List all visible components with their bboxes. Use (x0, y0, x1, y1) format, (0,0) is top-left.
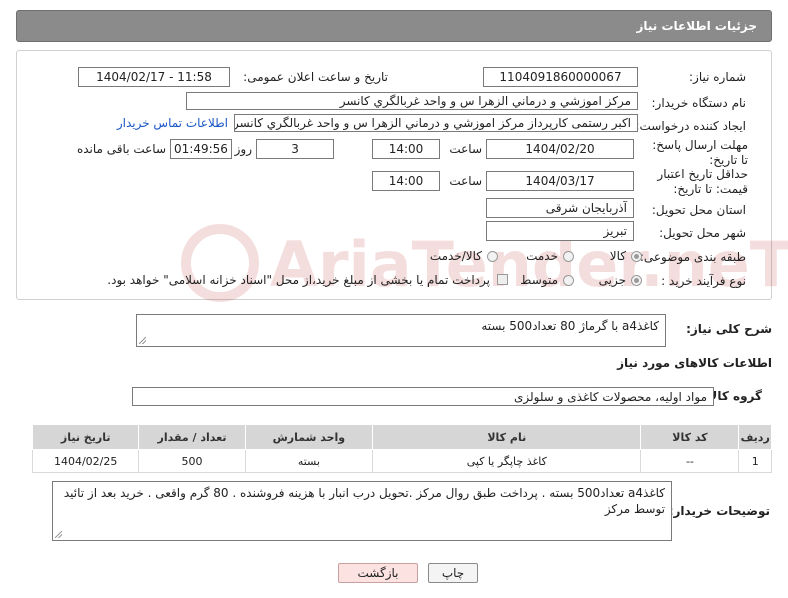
process-medium-label: متوسط (520, 273, 558, 287)
category-goods-radio[interactable] (631, 251, 642, 262)
category-service-radio[interactable] (563, 251, 574, 262)
goods-table: ردیف کد کالا نام کالا واحد شمارش تعداد /… (31, 424, 772, 473)
validity-time-label: ساعت (449, 174, 482, 188)
province-field[interactable]: آذربایجان شرقی (486, 198, 634, 218)
days-remaining-field[interactable]: 3 (256, 139, 334, 159)
category-goods-label: کالا (609, 249, 626, 263)
buyer-org-field[interactable]: مرکز اموزشي و درماني الزهرا س و واحد غرب… (186, 92, 638, 110)
goods-group-field[interactable]: مواد اولیه، محصولات کاغذی و سلولزی (132, 387, 714, 406)
deadline-time-field[interactable]: 14:00 (372, 139, 440, 159)
row-code: -- (640, 449, 740, 473)
row-name: کاغذ چاپگر یا کپی (372, 449, 642, 473)
column-header-index: ردیف (738, 424, 772, 450)
process-minor-label: جزیی (598, 273, 626, 287)
deadline-label: مهلت ارسال پاسخ: تا تاریخ: (652, 138, 748, 167)
buyer-notes-text: کاغذa4 تعداد500 بسته . پرداخت طبق روال م… (63, 486, 665, 516)
buyer-org-label: نام دستگاه خریدار: (651, 96, 747, 110)
deadline-time-label: ساعت (449, 142, 482, 156)
process-minor-radio[interactable] (631, 275, 642, 286)
announce-datetime-field[interactable]: 1404/02/17 - 11:58 (78, 67, 230, 87)
table-row[interactable]: 1 -- کاغذ چاپگر یا کپی بسته 500 1404/02/… (31, 449, 772, 473)
treasury-payment-note: پرداخت تمام یا بخشی از مبلغ خرید،از محل … (107, 273, 490, 287)
page-title: جزئیات اطلاعات نیاز (636, 19, 757, 33)
process-label: نوع فرآیند خرید : (661, 274, 746, 288)
goods-section-title: اطلاعات کالاهای مورد نیاز (617, 356, 772, 370)
city-label: شهر محل تحویل: (659, 226, 746, 240)
column-header-date: تاریخ نیاز (31, 424, 140, 450)
treasury-payment-checkbox[interactable] (497, 274, 508, 285)
city-field[interactable]: تبریز (486, 221, 634, 241)
row-date: 1404/02/25 (31, 449, 140, 473)
need-number-field[interactable]: 1104091860000067 (483, 67, 638, 87)
validity-time-field[interactable]: 14:00 (372, 171, 440, 191)
row-index: 1 (738, 449, 772, 473)
requester-label: ایجاد کننده درخواست: (635, 119, 746, 133)
province-label: استان محل تحویل: (651, 203, 746, 217)
back-button[interactable]: بازگشت (338, 563, 418, 583)
description-label: شرح کلی نیاز: (686, 322, 772, 336)
announce-label: تاریخ و ساعت اعلان عمومی: (243, 70, 388, 84)
column-header-code: کد کالا (640, 424, 740, 450)
remaining-time-field[interactable]: 01:49:56 (170, 139, 232, 159)
category-both-label: کالا/خدمت (429, 249, 482, 263)
description-textarea[interactable]: کاغذa4 با گرماژ 80 تعداد500 بسته (136, 314, 666, 347)
column-header-qty: تعداد / مقدار (138, 424, 246, 450)
column-header-name: نام کالا (372, 424, 642, 450)
resize-grip-icon[interactable] (55, 531, 62, 538)
category-both-radio[interactable] (487, 251, 498, 262)
category-service-label: خدمت (526, 249, 558, 263)
category-label: طبقه بندی موضوعی: (639, 250, 746, 264)
buyer-notes-label: توضیحات خریدار: (668, 504, 770, 518)
page-header: جزئیات اطلاعات نیاز (16, 10, 772, 42)
remaining-time-label: ساعت باقی مانده (76, 142, 166, 156)
buyer-notes-textarea[interactable]: کاغذa4 تعداد500 بسته . پرداخت طبق روال م… (52, 481, 672, 541)
description-text: کاغذa4 با گرماژ 80 تعداد500 بسته (481, 319, 659, 333)
need-number-label: شماره نیاز: (689, 70, 746, 84)
row-unit: بسته (244, 449, 374, 473)
print-button[interactable]: چاپ (428, 563, 478, 583)
validity-label: حداقل تاریخ اعتبار قیمت: تا تاریخ: (657, 167, 748, 196)
goods-table-header-row: ردیف کد کالا نام کالا واحد شمارش تعداد /… (31, 424, 772, 450)
row-qty: 500 (138, 449, 246, 473)
column-header-unit: واحد شمارش (244, 424, 374, 450)
process-medium-radio[interactable] (563, 275, 574, 286)
resize-grip-icon[interactable] (139, 337, 146, 344)
deadline-date-field[interactable]: 1404/02/20 (486, 139, 634, 159)
validity-date-field[interactable]: 1404/03/17 (486, 171, 634, 191)
buyer-contact-link[interactable]: اطلاعات تماس خریدار (117, 116, 228, 130)
requester-field[interactable]: اکبر رستمی کارپرداز مرکز اموزشي و درماني… (234, 114, 638, 132)
